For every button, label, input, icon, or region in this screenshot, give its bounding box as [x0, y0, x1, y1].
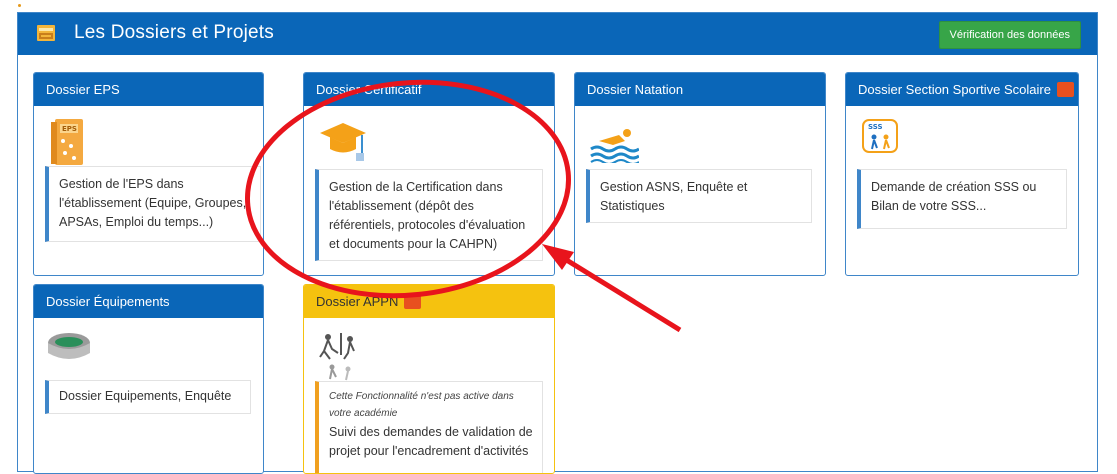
- eps-binder-icon: EPS: [51, 119, 83, 165]
- card-description: Dossier Equipements, Enquête: [45, 380, 251, 414]
- loading-dot: [18, 4, 21, 7]
- folder-icon: [37, 25, 55, 41]
- appn-description-text: Suivi des demandes de validation de proj…: [329, 425, 533, 458]
- card-dossier-sss[interactable]: Dossier Section Sportive Scolaire SSS De…: [845, 72, 1079, 276]
- graduation-cap-icon: [320, 123, 366, 161]
- card-title: Dossier Natation: [575, 73, 825, 106]
- card-title: Dossier EPS: [34, 73, 263, 106]
- card-dossier-appn[interactable]: Dossier APPN Cette Fonctionnalité n'est …: [303, 284, 555, 474]
- card-title: Dossier APPN: [304, 285, 554, 318]
- card-description: Gestion de la Certification dans l'établ…: [315, 169, 543, 261]
- card-dossier-equipements[interactable]: Dossier Équipements Dossier Equipements,…: [33, 284, 264, 474]
- sss-badge-text: SSS: [868, 123, 883, 131]
- video-icon: [1056, 82, 1074, 98]
- card-title-text: Dossier Section Sportive Scolaire: [858, 82, 1051, 97]
- card-title-text: Dossier APPN: [316, 294, 399, 309]
- video-icon: [404, 294, 422, 310]
- card-dossier-eps[interactable]: Dossier EPS EPS Gestion de l'EPS dans l'…: [33, 72, 264, 276]
- swimmer-icon: [590, 129, 639, 163]
- card-title: Dossier Certificatif: [304, 73, 554, 106]
- outdoor-sports-icon: [319, 333, 355, 381]
- card-description: Gestion ASNS, Enquête et Statistiques: [586, 169, 812, 223]
- inactive-feature-note: Cette Fonctionnalité n'est pas active da…: [329, 391, 514, 419]
- panel-title: Les Dossiers et Projets: [74, 22, 274, 43]
- card-title: Dossier Équipements: [34, 285, 263, 318]
- card-description: Gestion de l'EPS dans l'établissement (E…: [45, 166, 261, 242]
- card-dossier-natation[interactable]: Dossier Natation Gestion ASNS, Enquête e…: [574, 72, 826, 276]
- card-description: Cette Fonctionnalité n'est pas active da…: [315, 381, 543, 473]
- sss-badge-icon: SSS: [862, 119, 898, 153]
- card-title: Dossier Section Sportive Scolaire: [846, 73, 1078, 106]
- panel-header: Les Dossiers et Projets Vérification des…: [18, 13, 1097, 55]
- card-description: Demande de création SSS ou Bilan de votr…: [857, 169, 1067, 229]
- stadium-icon: [48, 333, 90, 359]
- card-dossier-certificatif[interactable]: Dossier Certificatif Gestion de la Certi…: [303, 72, 555, 276]
- svg-text:EPS: EPS: [62, 125, 77, 133]
- verify-data-button[interactable]: Vérification des données: [938, 21, 1081, 49]
